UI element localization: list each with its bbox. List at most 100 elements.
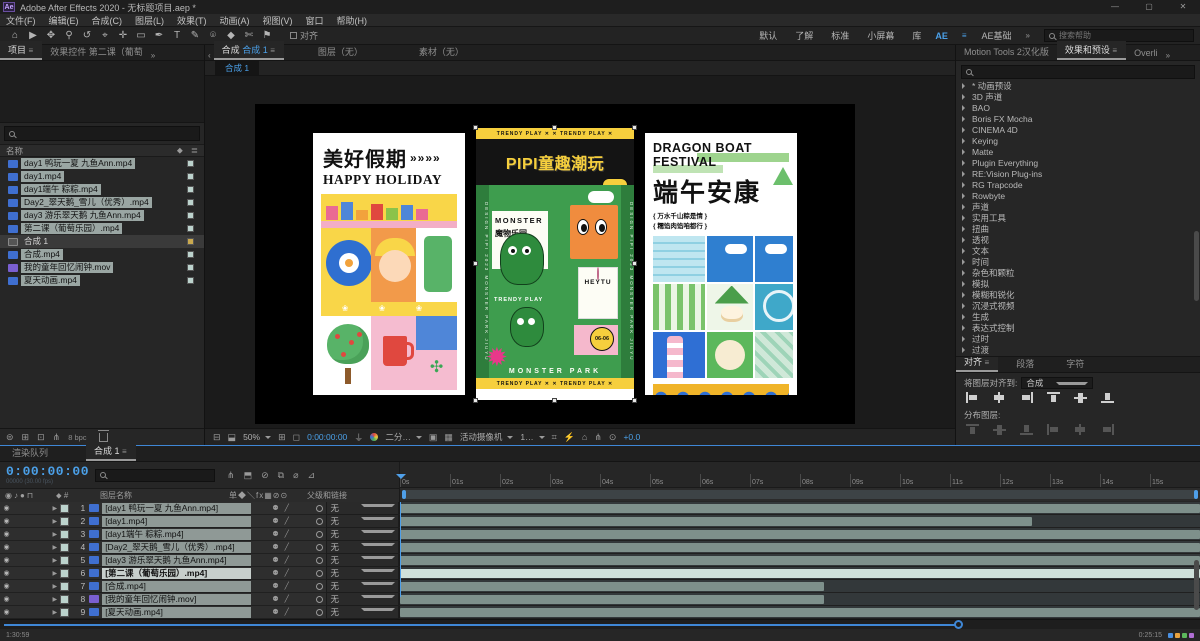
effect-category-row[interactable]: 时间	[956, 257, 1200, 268]
pick-whip-icon[interactable]	[316, 543, 324, 551]
project-item-row[interactable]: Day2_翠天鹅_雪儿（优秀）.mp4	[0, 196, 204, 209]
label-column-icon[interactable]: ⬥	[177, 145, 183, 156]
layer-name[interactable]: [夏天动画.mp4]	[102, 606, 251, 618]
current-timecode[interactable]: 0:00:00:00	[6, 465, 89, 478]
tool-icon[interactable]: ⌖	[96, 28, 114, 44]
help-search-input[interactable]	[1059, 31, 1169, 40]
effect-category-row[interactable]: 3D 声道	[956, 92, 1200, 103]
twirl-icon[interactable]	[962, 292, 968, 299]
layer-twirl-icon[interactable]: ▶	[53, 557, 61, 564]
effect-category-row[interactable]: RG Trapcode	[956, 180, 1200, 191]
layer-label-swatch[interactable]	[60, 594, 70, 604]
label-swatch[interactable]	[187, 173, 194, 180]
scrollbar[interactable]	[1194, 230, 1199, 301]
twirl-icon[interactable]	[962, 215, 968, 222]
effect-category-row[interactable]: 过渡	[956, 345, 1200, 356]
layer-twirl-icon[interactable]: ▶	[53, 609, 61, 616]
region-of-interest-icon[interactable]: ▣	[429, 432, 438, 443]
project-item-row[interactable]: 夏天动画.mp4	[0, 274, 204, 287]
parent-value[interactable]: 无	[330, 567, 358, 579]
exposure-value[interactable]: +0.0	[623, 432, 640, 442]
layer-duration-bar[interactable]	[400, 556, 1200, 565]
label-swatch[interactable]	[187, 186, 194, 193]
layer-name[interactable]: [合成.mp4]	[102, 580, 251, 592]
effect-category-row[interactable]: 扭曲	[956, 224, 1200, 235]
tab-paragraph[interactable]: 段落	[1008, 355, 1042, 372]
layer-visibility-toggle[interactable]: ◉	[0, 608, 13, 616]
poster-dragon-boat[interactable]: DRAGON BOAT FESTIVAL 端午安康 万水千山粽是情 糯馅肉馅咱都…	[645, 133, 797, 395]
menu-item[interactable]: 效果(T)	[177, 14, 207, 27]
workspace-item[interactable]: 标准	[831, 29, 849, 42]
motion-blur-icon[interactable]: ⌀	[293, 470, 298, 481]
layer-duration-bar[interactable]	[400, 569, 1200, 578]
project-column-header[interactable]: 名称 ⬥ ≣	[0, 144, 204, 157]
effect-category-row[interactable]: 模拟	[956, 279, 1200, 290]
effects-search-box[interactable]	[961, 65, 1195, 79]
selection-handle[interactable]	[632, 261, 637, 266]
align-center-vertical-icon[interactable]	[1074, 392, 1087, 403]
effect-category-row[interactable]: Boris FX Mocha	[956, 114, 1200, 125]
project-item-row[interactable]: 合成.mp4	[0, 248, 204, 261]
effect-category-row[interactable]: 杂色和颗粒	[956, 268, 1200, 279]
twirl-icon[interactable]	[962, 105, 968, 112]
layer-label-swatch[interactable]	[60, 568, 70, 578]
distribute-left-icon[interactable]	[1047, 424, 1060, 435]
tab-footage-viewer[interactable]: 素材（无）	[411, 43, 472, 60]
panel-tab-overflow-icon[interactable]: »	[1166, 51, 1170, 60]
tab-character[interactable]: 字符	[1058, 355, 1092, 372]
distribute-right-icon[interactable]	[1101, 424, 1114, 435]
project-item-row[interactable]: day1 鸭玩一夏 九鱼Ann.mp4	[0, 157, 204, 170]
pick-whip-icon[interactable]	[316, 556, 324, 564]
layer-name[interactable]: [我的童年回忆闹钟.mov]	[102, 593, 251, 605]
timeline-layer-row[interactable]: ◉ ▶ 6 [第二课（葡萄乐园）.mp4] ⚉╱ 无	[0, 566, 1200, 580]
tab-scroll-left-icon[interactable]: ‹	[208, 51, 211, 60]
tool-icon[interactable]: ✛	[114, 28, 132, 44]
effect-category-row[interactable]: 声道	[956, 202, 1200, 213]
layer-track[interactable]	[400, 554, 1200, 566]
twirl-icon[interactable]	[962, 259, 968, 266]
layer-track[interactable]	[400, 606, 1200, 618]
parent-link-cell[interactable]: 无	[316, 540, 400, 554]
playhead-line[interactable]	[400, 502, 401, 597]
tool-icon[interactable]: ✒	[150, 28, 168, 44]
project-bit-depth[interactable]: 8 bpc	[68, 433, 86, 442]
tab-effect-controls[interactable]: 效果控件 第二课（葡萄	[42, 43, 151, 60]
workspace-item[interactable]: 默认	[759, 29, 777, 42]
layer-duration-bar[interactable]	[400, 543, 1200, 552]
twirl-icon[interactable]	[962, 83, 968, 90]
timeline-column-headers[interactable]: ◉♪●⊓ ⬥ # 图层名称 单◆＼fx▦⊘⊙ 父级和链接	[0, 488, 399, 502]
selection-handle[interactable]	[552, 125, 557, 130]
twirl-icon[interactable]	[962, 116, 968, 123]
time-ruler[interactable]: 0s 01s 02s 03s 04s 05s 06s 07s 08s 09s 10s 11s 12s 13…	[396, 462, 1200, 488]
transparency-grid-icon[interactable]: ▦	[444, 432, 453, 443]
pick-whip-icon[interactable]	[316, 517, 324, 525]
work-area-bar[interactable]	[400, 488, 1200, 501]
tab-motion-tools[interactable]: Motion Tools 2汉化版	[956, 43, 1057, 60]
project-search-box[interactable]	[4, 126, 200, 141]
twirl-icon[interactable]	[962, 127, 968, 134]
timeline-layer-row[interactable]: ◉ ▶ 9 [夏天动画.mp4] ⚉╱ 无	[0, 605, 1200, 619]
pick-whip-icon[interactable]	[316, 530, 324, 538]
layer-duration-bar[interactable]	[400, 608, 1200, 617]
layer-switches[interactable]: ⚉╱	[251, 530, 317, 538]
label-swatch[interactable]	[187, 238, 194, 245]
twirl-icon[interactable]	[962, 94, 968, 101]
layer-name[interactable]: [第二课（葡萄乐园）.mp4]	[102, 567, 251, 579]
layer-track[interactable]	[400, 593, 1200, 605]
timeline-layer-row[interactable]: ◉ ▶ 2 [day1.mp4] ⚉╱ 无	[0, 514, 1200, 528]
layer-label-swatch[interactable]	[60, 581, 70, 591]
pick-whip-icon[interactable]	[316, 569, 324, 577]
flowchart-jump-icon[interactable]: ⋔	[594, 432, 602, 443]
layer-switches[interactable]: ⚉╱	[251, 543, 317, 551]
layer-visibility-toggle[interactable]: ◉	[0, 530, 13, 538]
tab-composition[interactable]: 合成 合成 1 ≡	[213, 41, 284, 60]
tab-project[interactable]: 项目 ≡	[0, 41, 43, 60]
twirl-icon[interactable]	[962, 160, 968, 167]
always-preview-icon[interactable]: ⊟	[213, 432, 221, 443]
layer-duration-bar[interactable]	[400, 582, 824, 591]
effect-category-row[interactable]: * 动画预设	[956, 81, 1200, 92]
project-item-row[interactable]: day1端午 粽粽.mp4	[0, 183, 204, 196]
twirl-icon[interactable]	[962, 314, 968, 321]
layer-label-swatch[interactable]	[60, 607, 70, 617]
effect-category-row[interactable]: Plugin Everything	[956, 158, 1200, 169]
